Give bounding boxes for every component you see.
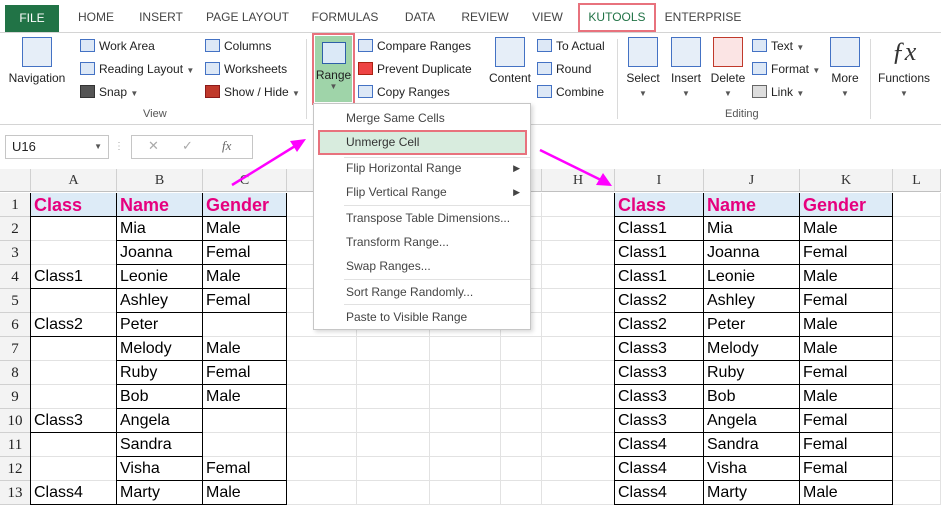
range-dropdown-menu: Merge Same Cells Unmerge Cell Flip Horiz… — [313, 103, 531, 330]
flip-vertical-label: Flip Vertical Range — [346, 185, 447, 199]
menu-item-swap-ranges[interactable]: Swap Ranges... — [314, 254, 530, 278]
menu-item-sort-randomly[interactable]: Sort Range Randomly... — [314, 280, 530, 304]
menu-item-unmerge-label: Unmerge Cell — [346, 135, 420, 149]
arrow-left — [231, 141, 301, 187]
chevron-right-icon: ▶ — [513, 163, 520, 173]
arrow-right — [539, 148, 606, 184]
flip-horizontal-label: Flip Horizontal Range — [346, 161, 462, 175]
menu-item-flip-vertical[interactable]: Flip Vertical Range ▶ — [314, 180, 530, 204]
menu-item-unmerge-cell[interactable]: Unmerge Cell — [318, 130, 527, 155]
menu-item-paste-visible[interactable]: Paste to Visible Range — [314, 305, 530, 329]
menu-item-flip-horizontal[interactable]: Flip Horizontal Range ▶ — [314, 156, 530, 180]
menu-item-transpose[interactable]: Transpose Table Dimensions... — [314, 206, 530, 230]
menu-item-transform-range[interactable]: Transform Range... — [314, 230, 530, 254]
arrow-left-head — [290, 139, 306, 152]
chevron-right-icon: ▶ — [513, 187, 520, 197]
menu-item-merge-same-cells[interactable]: Merge Same Cells — [314, 106, 530, 130]
